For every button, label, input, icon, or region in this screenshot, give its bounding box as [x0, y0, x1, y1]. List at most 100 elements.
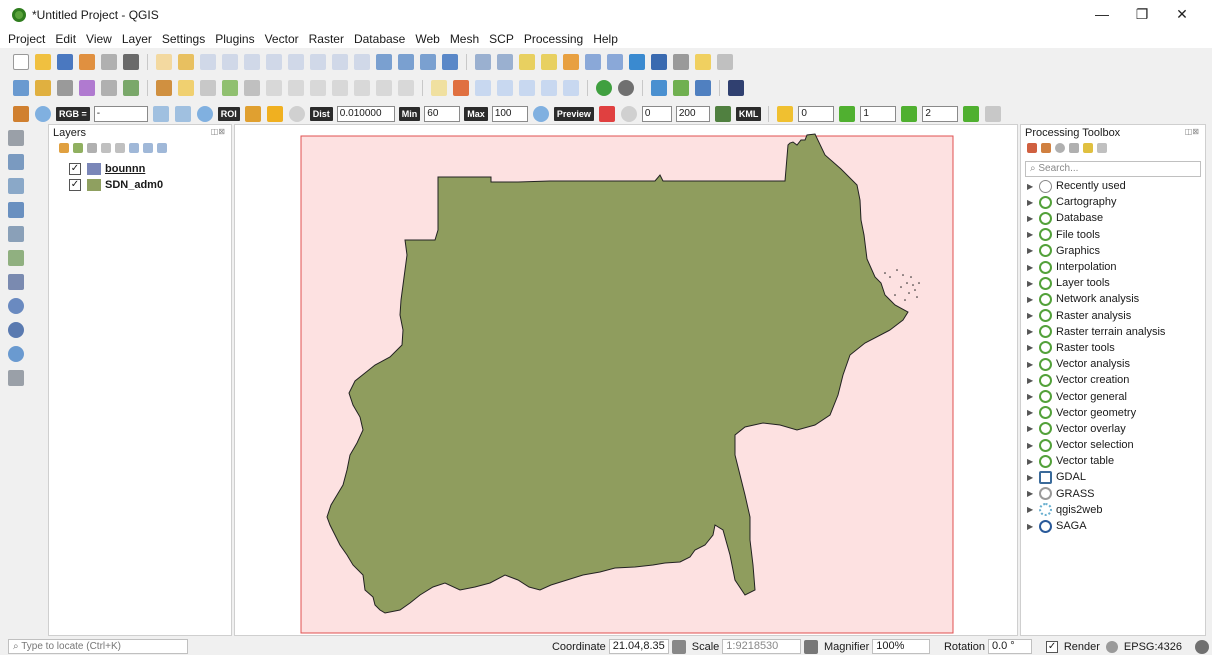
toolbox-item-raster-tools[interactable]: ▶ Raster tools [1027, 340, 1165, 356]
zoom-to-roi-icon[interactable] [196, 106, 213, 122]
dist-spinbox[interactable]: 0.010000 [336, 106, 395, 122]
menu-plugins[interactable]: Plugins [215, 32, 254, 46]
band-spinbox-2[interactable]: 1 [860, 106, 897, 122]
style-manager-icon[interactable] [123, 54, 139, 70]
menu-vector[interactable]: Vector [265, 32, 299, 46]
create-roi-icon[interactable] [244, 106, 261, 122]
add-mesh-layer-icon[interactable] [8, 178, 24, 194]
expand-arrow-icon[interactable]: ▶ [1027, 489, 1037, 498]
toolbox-item-qgis2web[interactable]: ▶ qgis2web [1027, 502, 1165, 518]
toolbox-item-interpolation[interactable]: ▶ Interpolation [1027, 259, 1165, 275]
toolbox-item-vector-overlay[interactable]: ▶ Vector overlay [1027, 421, 1165, 437]
deselect-icon[interactable] [541, 54, 557, 70]
toolbox-item-vector-selection[interactable]: ▶ Vector selection [1027, 437, 1165, 453]
toolbox-search-input[interactable]: ⌕ Search... [1025, 161, 1201, 177]
add-virtual-layer-icon[interactable] [8, 370, 24, 386]
statistics-icon[interactable] [629, 54, 645, 70]
add-wms-icon[interactable] [8, 298, 24, 314]
maximize-button[interactable]: ❐ [1122, 6, 1162, 26]
add-delimited-text-icon[interactable] [8, 202, 24, 218]
redo-preview-icon[interactable] [620, 106, 637, 122]
new-shapefile-layer-icon[interactable] [57, 80, 73, 96]
pan-icon[interactable] [156, 54, 172, 70]
scp-dock-icon[interactable] [13, 106, 29, 122]
expand-all-icon[interactable] [129, 143, 139, 153]
rotate-label-icon[interactable] [519, 80, 535, 96]
expand-arrow-icon[interactable]: ▶ [1027, 343, 1037, 352]
add-spatialite-icon[interactable] [8, 250, 24, 266]
expand-arrow-icon[interactable]: ▶ [1027, 263, 1037, 272]
expand-arrow-icon[interactable]: ▶ [1027, 327, 1037, 336]
messages-icon[interactable] [1195, 639, 1209, 654]
help-icon[interactable] [728, 80, 744, 96]
expand-arrow-icon[interactable]: ▶ [1027, 182, 1037, 191]
modify-attributes-icon[interactable] [266, 80, 282, 96]
processing-toolbox-icon[interactable] [607, 54, 623, 70]
open-attribute-table-icon[interactable] [563, 54, 579, 70]
cut-features-icon[interactable] [310, 80, 326, 96]
menu-view[interactable]: View [86, 32, 112, 46]
add-polygon-icon[interactable] [222, 80, 238, 96]
add-roi-icon[interactable] [266, 106, 283, 122]
scp-settings-icon[interactable] [985, 106, 1002, 122]
scale-combo[interactable]: 1:9218530 [722, 639, 802, 654]
text-annotation-icon[interactable] [717, 54, 733, 70]
vertex-tool-icon[interactable] [244, 80, 260, 96]
map-canvas[interactable] [234, 124, 1018, 636]
menu-edit[interactable]: Edit [55, 32, 76, 46]
band-next-icon-1[interactable] [839, 106, 856, 122]
add-group-icon[interactable] [73, 143, 83, 153]
bookmark-icon[interactable] [420, 54, 436, 70]
toolbox-item-vector-creation[interactable]: ▶ Vector creation [1027, 372, 1165, 388]
menu-help[interactable]: Help [593, 32, 618, 46]
expand-arrow-icon[interactable]: ▶ [1027, 522, 1037, 531]
new-geopackage-layer-icon[interactable] [35, 80, 51, 96]
menu-web[interactable]: Web [415, 32, 439, 46]
undo-icon[interactable] [376, 80, 392, 96]
new-temporary-layer-icon[interactable] [101, 80, 117, 96]
kml-button[interactable]: KML [735, 107, 762, 121]
osm-icon[interactable] [596, 80, 612, 96]
zoom-full-icon[interactable] [244, 54, 260, 70]
expand-arrow-icon[interactable]: ▶ [1027, 230, 1037, 239]
plugin-manager-icon[interactable] [695, 80, 711, 96]
pin-labels-icon[interactable] [453, 80, 469, 96]
select-features-icon[interactable] [519, 54, 535, 70]
results-viewer-icon[interactable] [1069, 143, 1079, 153]
new-map-view-icon[interactable] [376, 54, 392, 70]
min-spinbox[interactable]: 60 [424, 106, 461, 122]
band-spinbox-1[interactable]: 0 [798, 106, 835, 122]
classification-preview-icon[interactable] [598, 106, 615, 122]
band-next-icon-2[interactable] [901, 106, 918, 122]
zoom-to-image-icon[interactable] [35, 106, 51, 122]
zoom-native-icon[interactable] [310, 54, 326, 70]
panel-close-icon[interactable]: ◫⊠ [1185, 127, 1199, 136]
add-wfs-icon[interactable] [8, 346, 24, 362]
redo-icon[interactable] [398, 80, 414, 96]
measure-icon[interactable] [673, 54, 689, 70]
toolbox-item-vector-geometry[interactable]: ▶ Vector geometry [1027, 405, 1165, 421]
lock-scale-icon[interactable] [804, 639, 819, 654]
layer-visibility-checkbox[interactable]: ✓ [69, 179, 81, 191]
remove-temp-files-icon[interactable] [714, 106, 731, 122]
zoom-to-preview-icon[interactable] [532, 106, 549, 122]
expand-arrow-icon[interactable]: ▶ [1027, 246, 1037, 255]
add-raster-layer-icon[interactable] [8, 154, 24, 170]
new-project-icon[interactable] [13, 54, 29, 70]
render-checkbox[interactable]: ✓ [1046, 640, 1058, 653]
open-project-icon[interactable] [35, 54, 51, 70]
map-tips-icon[interactable] [695, 54, 711, 70]
move-label-icon[interactable] [497, 80, 513, 96]
add-postgis-icon[interactable] [8, 274, 24, 290]
toolbox-item-file-tools[interactable]: ▶ File tools [1027, 227, 1165, 243]
history-icon[interactable] [1055, 143, 1065, 153]
filter-legend-icon[interactable] [101, 143, 111, 153]
toolbox-item-recently-used[interactable]: ▶ Recently used [1027, 178, 1165, 194]
expand-arrow-icon[interactable]: ▶ [1027, 424, 1037, 433]
crs-globe-icon[interactable] [1105, 640, 1118, 653]
save-edits-icon[interactable] [200, 80, 216, 96]
toolbox-item-gdal[interactable]: ▶ GDAL [1027, 469, 1165, 485]
current-edits-icon[interactable] [156, 80, 172, 96]
expand-arrow-icon[interactable]: ▶ [1027, 198, 1037, 207]
band-next-icon-3[interactable] [963, 106, 980, 122]
